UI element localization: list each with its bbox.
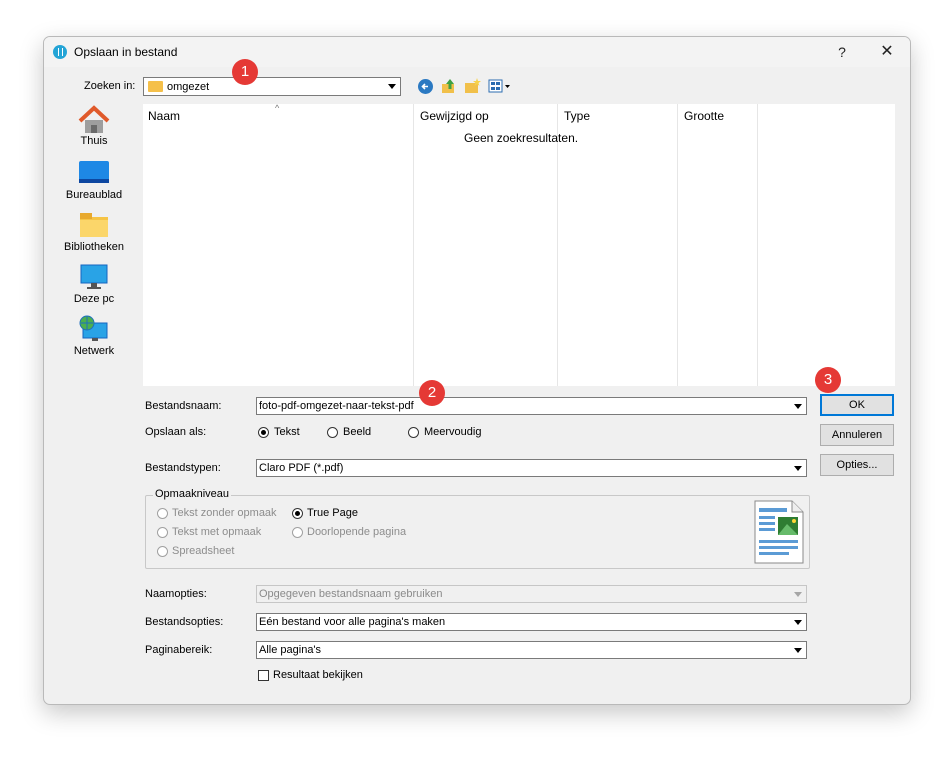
- column-divider: [757, 104, 758, 386]
- place-label: Bureaublad: [65, 189, 123, 201]
- column-header-size[interactable]: Grootte: [684, 109, 724, 123]
- filename-label: Bestandsnaam:: [145, 400, 222, 412]
- column-divider: [677, 104, 678, 386]
- place-this-pc[interactable]: Deze pc: [54, 263, 134, 305]
- format-option-label: Doorlopende pagina: [307, 526, 407, 538]
- lookin-value: omgezet: [167, 81, 210, 93]
- chevron-down-icon[interactable]: [383, 78, 400, 94]
- column-divider: [413, 104, 414, 386]
- chevron-down-icon[interactable]: [789, 586, 806, 602]
- title-bar: Opslaan in bestand ? ✕: [44, 37, 910, 67]
- fileoptions-value: Eén bestand voor alle pagina's maken: [259, 616, 446, 628]
- libraries-icon: [78, 211, 110, 239]
- empty-message: Geen zoekresultaten.: [464, 131, 579, 145]
- this-pc-icon: [78, 263, 110, 291]
- view-result-label: Resultaat bekijken: [273, 669, 363, 681]
- up-folder-icon[interactable]: [441, 78, 457, 94]
- pagerange-label: Paginabereik:: [145, 644, 213, 656]
- new-folder-icon[interactable]: [464, 78, 481, 94]
- page-preview-icon: [754, 500, 804, 564]
- network-icon: [78, 315, 110, 343]
- nameoptions-select[interactable]: Opgegeven bestandsnaam gebruiken: [256, 585, 807, 603]
- filetypes-select[interactable]: Claro PDF (*.pdf): [256, 459, 807, 477]
- column-header-type[interactable]: Type: [564, 109, 590, 123]
- app-icon: [53, 45, 67, 59]
- place-libraries[interactable]: Bibliotheken: [54, 211, 134, 253]
- format-option-label: Tekst zonder opmaak: [172, 507, 277, 519]
- format-truepage-radio[interactable]: [292, 508, 303, 519]
- place-desktop[interactable]: Bureaublad: [54, 159, 134, 201]
- format-plain-radio[interactable]: [157, 508, 168, 519]
- filetypes-value: Claro PDF (*.pdf): [259, 462, 344, 474]
- filename-value: foto-pdf-omgezet-naar-tekst-pdf: [259, 400, 414, 412]
- format-level-title: Opmaakniveau: [153, 488, 231, 500]
- options-button[interactable]: Opties...: [820, 454, 894, 476]
- ok-button[interactable]: OK: [820, 394, 894, 416]
- format-option-label: True Page: [307, 507, 358, 519]
- nameoptions-label: Naamopties:: [145, 588, 207, 600]
- saveas-text-radio[interactable]: [258, 427, 269, 438]
- filename-input[interactable]: foto-pdf-omgezet-naar-tekst-pdf: [256, 397, 807, 415]
- place-label: Deze pc: [73, 293, 115, 305]
- filetypes-label: Bestandstypen:: [145, 462, 221, 474]
- step-badge-3: 3: [815, 367, 841, 393]
- fileoptions-label: Bestandsopties:: [145, 616, 224, 628]
- lookin-label: Zoeken in:: [84, 80, 136, 92]
- format-option-label: Spreadsheet: [172, 545, 235, 557]
- place-home[interactable]: Thuis: [54, 105, 134, 147]
- window-title: Opslaan in bestand: [74, 45, 178, 59]
- folder-icon: [148, 81, 163, 92]
- fileoptions-select[interactable]: Eén bestand voor alle pagina's maken: [256, 613, 807, 631]
- saveas-option-label: Beeld: [343, 426, 372, 438]
- place-label: Netwerk: [73, 345, 115, 357]
- view-result-checkbox[interactable]: [258, 670, 269, 681]
- saveas-label: Opslaan als:: [145, 426, 207, 438]
- saveas-option-label: Tekst: [274, 426, 300, 438]
- cancel-button[interactable]: Annuleren: [820, 424, 894, 446]
- place-label: Bibliotheken: [64, 241, 124, 253]
- format-flowing-radio[interactable]: [292, 527, 303, 538]
- nameoptions-value: Opgegeven bestandsnaam gebruiken: [259, 588, 443, 600]
- desktop-icon: [78, 159, 110, 187]
- chevron-down-icon[interactable]: [789, 614, 806, 630]
- chevron-down-icon[interactable]: [789, 642, 806, 658]
- lookin-combo[interactable]: omgezet: [143, 77, 401, 96]
- pagerange-select[interactable]: Alle pagina's: [256, 641, 807, 659]
- place-label: Thuis: [80, 135, 108, 147]
- format-level-group: Opmaakniveau Tekst zonder opmaak Tekst m…: [145, 488, 810, 569]
- format-formatted-radio[interactable]: [157, 527, 168, 538]
- step-badge-1: 1: [232, 59, 258, 85]
- column-divider: [557, 104, 558, 386]
- chevron-down-icon[interactable]: [789, 398, 806, 414]
- sort-up-icon: ^: [275, 103, 280, 113]
- view-menu-icon[interactable]: [488, 79, 512, 94]
- help-button[interactable]: ?: [822, 37, 862, 67]
- column-header-modified[interactable]: Gewijzigd op: [420, 109, 489, 123]
- format-spreadsheet-radio[interactable]: [157, 546, 168, 557]
- chevron-down-icon[interactable]: [789, 460, 806, 476]
- home-icon: [78, 105, 110, 133]
- back-icon[interactable]: [418, 79, 433, 94]
- place-network[interactable]: Netwerk: [54, 315, 134, 357]
- file-list[interactable]: ^ Naam Gewijzigd op Type Grootte Geen zo…: [143, 103, 895, 386]
- saveas-multiple-radio[interactable]: [408, 427, 419, 438]
- pagerange-value: Alle pagina's: [259, 644, 322, 656]
- format-option-label: Tekst met opmaak: [172, 526, 262, 538]
- close-button[interactable]: ✕: [867, 37, 907, 67]
- column-header-name[interactable]: Naam: [148, 109, 180, 123]
- saveas-image-radio[interactable]: [327, 427, 338, 438]
- step-badge-2: 2: [419, 380, 445, 406]
- saveas-option-label: Meervoudig: [424, 426, 482, 438]
- save-dialog: Opslaan in bestand ? ✕ Zoeken in: omgeze…: [43, 36, 911, 705]
